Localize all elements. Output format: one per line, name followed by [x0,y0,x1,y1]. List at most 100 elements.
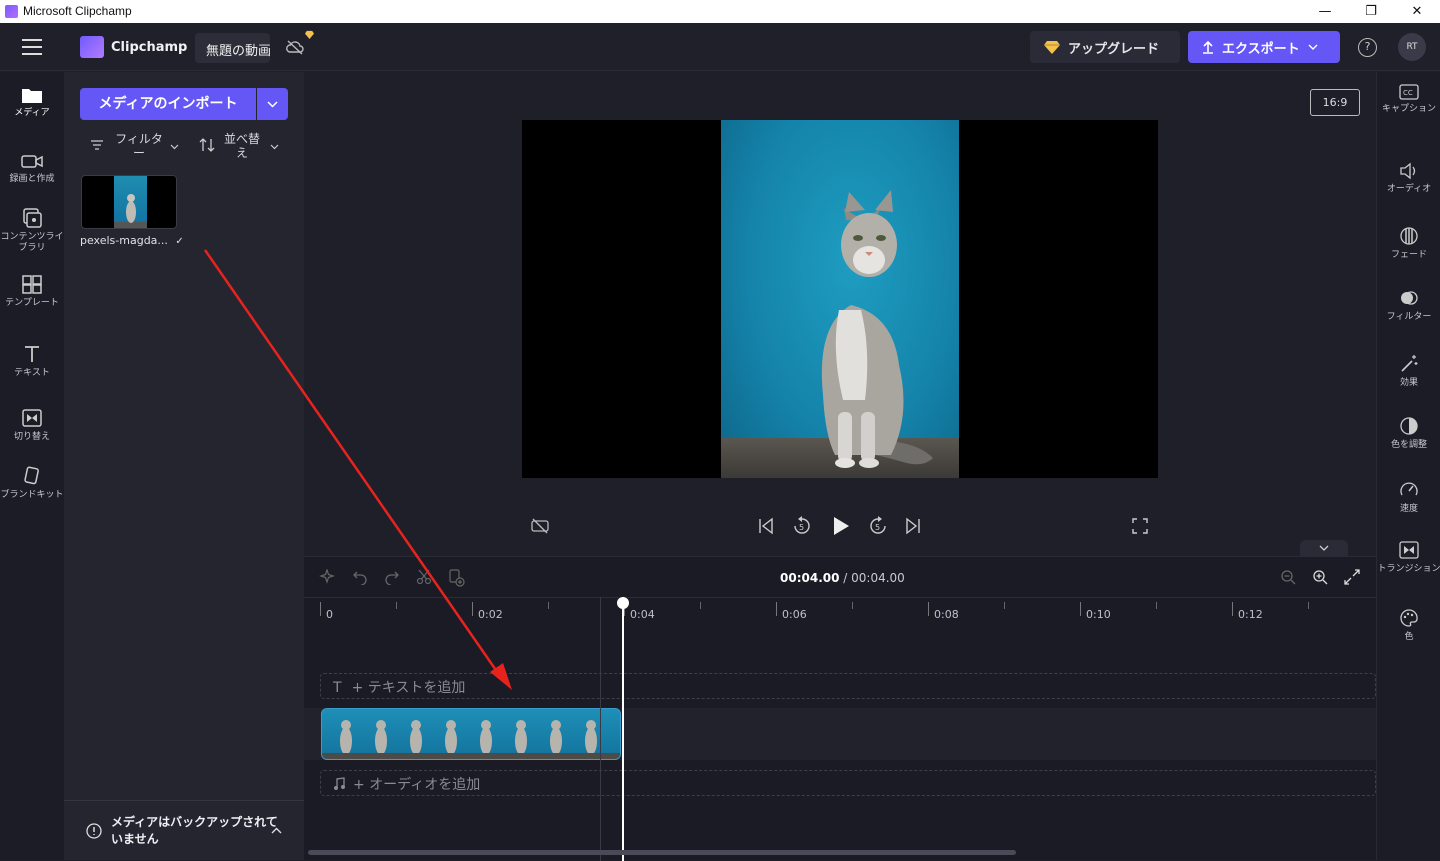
chevron-up-icon[interactable] [271,827,282,834]
rail-item-color[interactable]: 色 [1377,608,1440,643]
chevron-down-icon [267,101,278,108]
chevron-down-icon [270,144,279,150]
backup-notice-bar[interactable]: メディアはバックアップされていません [64,800,304,860]
rail-label: 色 [1404,632,1414,642]
filter-button[interactable]: フィルター [90,132,179,160]
avatar[interactable]: RT [1398,33,1426,61]
maximize-button[interactable]: ❐ [1348,0,1394,23]
palette-icon [1400,609,1418,627]
rail-item-brand-kit[interactable]: ブランドキット [0,466,64,501]
svg-text:5: 5 [875,523,880,532]
speaker-icon [1400,162,1416,180]
close-button[interactable]: ✕ [1394,0,1440,23]
playhead-handle[interactable] [617,597,629,609]
rail-item-audio[interactable]: オーディオ [1377,162,1440,195]
rail-label: ブランドキット [0,490,64,500]
preview-canvas[interactable] [522,120,1158,478]
export-button[interactable]: エクスポート [1188,31,1340,63]
add-audio-track[interactable]: + オーディオを追加 [320,770,1376,796]
rail-item-library[interactable]: コンテンツライブラリ [0,208,64,254]
sort-button[interactable]: 並べ替え [198,132,279,160]
rail-item-speed[interactable]: 速度 [1377,480,1440,515]
add-text-label: + テキストを追加 [351,680,466,696]
ruler-label: 0:04 [630,608,655,621]
redo-icon[interactable] [384,569,400,585]
rail-item-captions[interactable]: CC キャプション [1377,84,1440,115]
rail-item-text[interactable]: テキスト [0,344,64,379]
fullscreen-icon[interactable] [1132,518,1148,534]
add-text-track[interactable]: T + テキストを追加 [320,673,1376,699]
chevron-down-icon [1319,545,1329,551]
sort-label: 並べ替え [223,132,260,160]
video-camera-icon [21,155,43,168]
captions-icon: CC [1399,84,1419,100]
rail-item-fade[interactable]: フェード [1377,226,1440,261]
fade-icon [1400,227,1418,245]
rail-item-color-adjust[interactable]: 色を調整 [1377,416,1440,451]
rail-label: 切り替え [13,432,50,442]
ruler-tick [928,602,929,616]
duplicate-icon[interactable] [449,569,465,587]
import-options-button[interactable] [257,88,288,120]
rail-label: フェード [1390,250,1427,260]
rail-label: フィルター [1386,312,1432,322]
speedometer-icon [1400,482,1418,496]
project-name-field[interactable]: 無題の動画 [195,33,270,63]
rewind-5-icon[interactable]: 5 [792,516,812,536]
forward-5-icon[interactable]: 5 [868,516,888,536]
upgrade-button[interactable]: アップグレード [1030,31,1180,63]
hover-cursor-line [600,597,601,861]
timeline-ruler[interactable]: 0 0:02 0:04 0:06 0:08 0:10 0:12 [304,597,1376,627]
rail-item-filters[interactable]: フィルター [1377,288,1440,323]
backup-notice-text: メディアはバックアップされていません [111,815,278,846]
rail-item-effects[interactable]: 効果 [1377,354,1440,389]
play-icon[interactable] [831,516,851,536]
rail-item-templates[interactable]: テンプレート [0,274,64,309]
skip-to-start-icon[interactable] [758,517,774,535]
hide-video-icon[interactable] [531,518,549,534]
rail-label: コンテンツライブラリ [0,232,64,253]
playhead[interactable] [622,597,624,861]
hamburger-menu-icon[interactable] [22,39,42,55]
rail-label: 速度 [1399,504,1418,514]
text-icon [25,346,39,362]
rail-label: キャプション [1381,104,1436,114]
svg-text:CC: CC [1403,89,1413,97]
window-title: Microsoft Clipchamp [23,4,132,18]
timeline-panel: 00:04.00 / 00:04.00 0 0:02 0:04 0:06 0:0… [304,556,1376,861]
transition-icon [1399,541,1419,559]
rail-item-transitions[interactable]: 切り替え [0,408,64,443]
premium-gem-icon [305,30,314,39]
media-thumbnail[interactable] [81,175,177,229]
minimize-button[interactable]: — [1302,0,1348,23]
help-icon[interactable]: ? [1358,38,1377,57]
import-media-button[interactable]: メディアのインポート [80,88,256,120]
time-separator: / [839,571,852,585]
gem-icon [1044,41,1060,54]
undo-icon[interactable] [352,569,368,585]
sort-arrows-icon [199,138,215,152]
window-title-bar: Microsoft Clipchamp — ❐ ✕ [0,0,1440,23]
cloud-off-icon[interactable] [285,39,305,55]
total-time: 00:04.00 [851,571,905,585]
timeline-scrollbar[interactable] [308,850,1016,855]
upgrade-label: アップグレード [1068,41,1160,57]
zoom-out-icon[interactable] [1280,569,1296,585]
rail-item-record[interactable]: 録画と作成 [0,152,64,185]
fit-timeline-icon[interactable] [1344,569,1360,585]
rail-item-transitions[interactable]: トランジション [1377,540,1440,575]
aspect-ratio-button[interactable]: 16:9 [1310,89,1360,116]
rail-label: メディア [14,108,50,118]
add-audio-label: + オーディオを追加 [353,777,481,793]
magic-edit-icon[interactable] [319,569,335,585]
video-clip[interactable] [321,708,621,760]
filter-label: フィルター [115,132,163,160]
rail-item-media[interactable]: メディア [0,86,64,119]
text-track-icon: T [333,680,342,696]
skip-to-end-icon[interactable] [905,517,921,535]
collapse-timeline-handle[interactable] [1300,540,1348,556]
zoom-in-icon[interactable] [1312,569,1328,585]
media-item-label: pexels-magda... ✓ [80,234,184,247]
magic-wand-icon [1401,355,1418,372]
split-scissors-icon[interactable] [416,569,432,585]
